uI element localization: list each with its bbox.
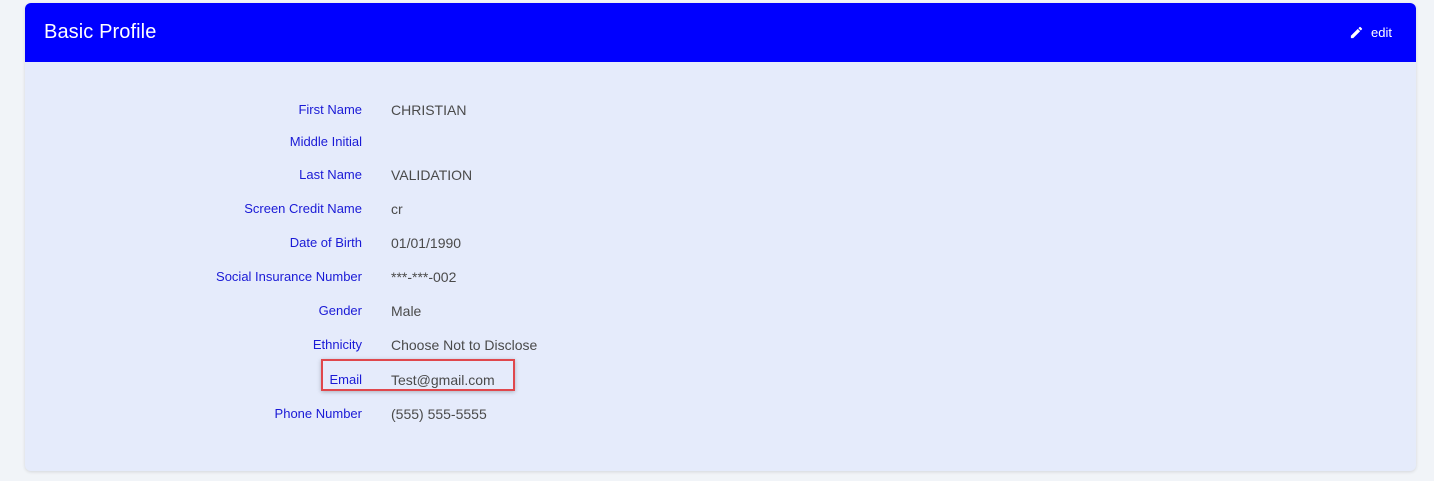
field-label: Screen Credit Name — [244, 201, 362, 216]
field-label: Middle Initial — [289, 134, 362, 149]
field-label: Last Name — [299, 167, 362, 182]
card-title: Basic Profile — [44, 21, 157, 43]
field-value: 01/01/1990 — [391, 235, 462, 251]
field-label: Gender — [318, 303, 362, 318]
field-label: Social Insurance Number — [216, 269, 362, 284]
field-label: Date of Birth — [289, 235, 362, 250]
field-middle-initial: Middle Initial — [25, 131, 1416, 153]
field-email: Email Test@gmail.com — [25, 369, 1416, 391]
field-screen-credit-name: Screen Credit Name cr — [25, 198, 1416, 220]
field-value: CHRISTIAN — [391, 102, 467, 118]
field-date-of-birth: Date of Birth 01/01/1990 — [25, 232, 1416, 254]
field-value: Male — [391, 303, 422, 319]
field-value: VALIDATION — [391, 167, 473, 183]
basic-profile-card: Basic Profile edit First Name CHRISTIAN … — [25, 3, 1416, 471]
field-phone-number: Phone Number (555) 555-5555 — [25, 403, 1416, 425]
field-value: Choose Not to Disclose — [391, 337, 538, 353]
edit-label: edit — [1371, 25, 1392, 40]
field-label: Phone Number — [274, 406, 362, 421]
field-label: Ethnicity — [312, 337, 362, 352]
field-label: Email — [329, 372, 362, 387]
pencil-icon — [1349, 25, 1364, 40]
field-last-name: Last Name VALIDATION — [25, 164, 1416, 186]
field-ethnicity: Ethnicity Choose Not to Disclose — [25, 334, 1416, 356]
field-value: cr — [391, 201, 403, 217]
edit-button[interactable]: edit — [1349, 25, 1392, 40]
field-first-name: First Name CHRISTIAN — [25, 99, 1416, 121]
field-label: First Name — [298, 102, 362, 117]
field-value: Test@gmail.com — [391, 372, 495, 388]
field-gender: Gender Male — [25, 300, 1416, 322]
field-social-insurance-number: Social Insurance Number ***-***-002 — [25, 266, 1416, 288]
field-value: ***-***-002 — [391, 269, 457, 285]
card-header: Basic Profile edit — [25, 3, 1416, 62]
field-value: (555) 555-5555 — [391, 406, 487, 422]
